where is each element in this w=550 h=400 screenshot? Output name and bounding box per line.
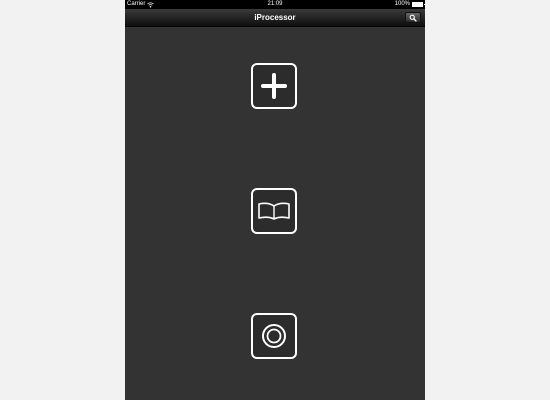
search-button[interactable] <box>405 12 421 23</box>
battery-indicator: 100% <box>394 0 425 9</box>
add-button[interactable] <box>251 63 297 109</box>
library-button[interactable] <box>251 188 297 234</box>
clock: 21:09 <box>267 1 283 7</box>
record-button[interactable] <box>251 313 297 359</box>
page-title: iProcessor <box>254 13 296 22</box>
app-screen: Carrier 21:09 100% iProcessor <box>125 0 425 400</box>
open-book-icon <box>258 202 290 220</box>
navigation-bar: iProcessor <box>125 9 425 27</box>
battery-icon <box>412 2 425 7</box>
target-circle-icon <box>262 324 286 348</box>
battery-percentage: 100% <box>394 1 410 7</box>
status-bar: Carrier 21:09 100% <box>125 0 425 9</box>
search-icon <box>409 14 417 22</box>
plus-icon <box>261 73 287 99</box>
